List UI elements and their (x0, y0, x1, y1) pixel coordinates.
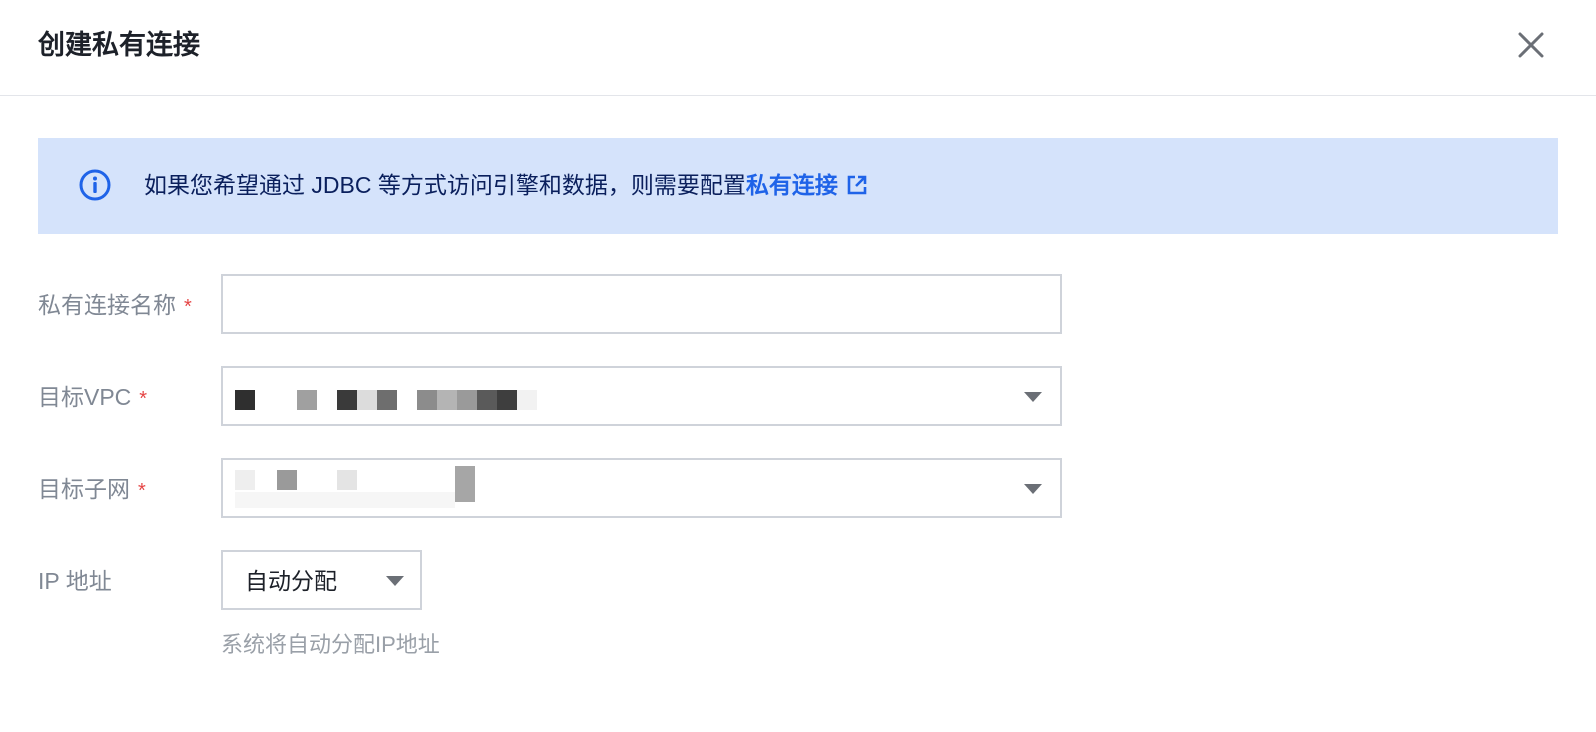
ip-hint: 系统将自动分配IP地址 (221, 632, 440, 657)
notice-link-label: 私有连接 (745, 172, 838, 198)
chevron-down-icon (1024, 392, 1042, 402)
target-subnet-select[interactable] (221, 458, 1062, 518)
close-button[interactable] (1516, 30, 1546, 60)
dialog-title: 创建私有连接 (38, 30, 200, 60)
info-notice: 如果您希望通过 JDBC 等方式访问引擎和数据，则需要配置私有连接 (38, 138, 1558, 234)
connection-name-input[interactable] (221, 274, 1062, 334)
create-private-connection-dialog: 创建私有连接 如果您希望通过 JDBC 等方式访问引擎和数据，则需要配置私有连接… (0, 0, 1596, 732)
close-icon (1518, 32, 1544, 58)
dialog-header: 创建私有连接 (0, 0, 1596, 96)
ip-allocation-select[interactable]: 自动分配 (221, 550, 422, 610)
external-link-icon (847, 175, 867, 195)
required-mark: * (138, 480, 146, 502)
private-connection-link[interactable]: 私有连接 (746, 172, 868, 198)
required-mark: * (184, 296, 192, 318)
connection-name-label: 私有连接名称 * (38, 288, 192, 324)
target-vpc-label-text: 目标VPC (38, 384, 132, 410)
notice-message: 如果您希望通过 JDBC 等方式访问引擎和数据，则需要配置私有连接 (144, 168, 868, 202)
connection-name-label-text: 私有连接名称 (38, 292, 176, 318)
chevron-down-icon (1024, 484, 1042, 494)
ip-address-label: IP 地址 (38, 568, 112, 594)
target-vpc-label: 目标VPC * (38, 380, 147, 416)
ip-allocation-value: 自动分配 (245, 568, 337, 594)
target-subnet-label: 目标子网 * (38, 472, 146, 508)
required-mark: * (139, 388, 148, 410)
target-vpc-select[interactable] (221, 366, 1062, 426)
target-subnet-label-text: 目标子网 (38, 476, 130, 502)
chevron-down-icon (386, 576, 404, 586)
notice-text: 如果您希望通过 JDBC 等方式访问引擎和数据，则需要配置 (144, 172, 746, 198)
info-icon (79, 169, 111, 201)
